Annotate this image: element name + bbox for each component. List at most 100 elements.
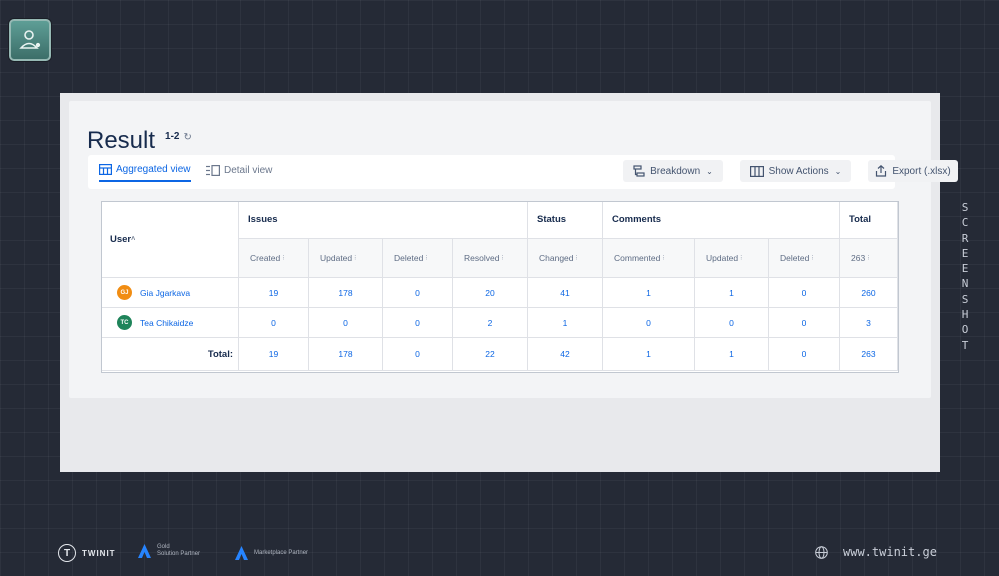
result-range: 1-2 [165, 131, 180, 142]
table-cell[interactable]: 0 [769, 278, 840, 308]
column-header[interactable]: Resolved ⁝ [453, 239, 528, 278]
cell-value: 260 [861, 287, 876, 298]
total-cell[interactable]: 42 [528, 338, 603, 371]
total-cell[interactable]: 0 [769, 338, 840, 371]
table-cell[interactable]: 178 [309, 278, 383, 308]
column-header[interactable]: Deleted ⁝ [383, 239, 453, 278]
show-actions-button[interactable]: Show Actions ⌄ [740, 160, 851, 182]
list-detail-icon [206, 165, 220, 176]
sort-icon: ⁝ [811, 255, 814, 262]
column-header-user[interactable]: User ˄ [101, 201, 239, 278]
footer-url[interactable]: www.twinit.ge [815, 545, 937, 559]
total-cell[interactable]: 263 [840, 338, 898, 371]
user-name: Gia Jgarkava [140, 287, 191, 298]
total-cell[interactable]: 19 [239, 338, 309, 371]
avatar: GJ [117, 285, 132, 300]
cell-value: 178 [338, 287, 353, 298]
group-header-label: Total [849, 214, 871, 225]
table-cell[interactable]: 2 [453, 308, 528, 338]
watermark-letter: N [961, 277, 969, 291]
atlassian-logo-icon [138, 544, 151, 558]
column-header[interactable]: Created ⁝ [239, 239, 309, 278]
group-header-label: Comments [612, 214, 662, 225]
table-cell[interactable]: 1 [528, 308, 603, 338]
cell-value: 0 [415, 317, 420, 328]
export-label: Export (.xlsx) [892, 165, 951, 177]
chevron-down-icon: ⌄ [706, 166, 713, 176]
gold-line1: Gold [157, 544, 170, 550]
column-header-label: Deleted [780, 253, 810, 263]
table-cell[interactable]: 19 [239, 278, 309, 308]
breakdown-button[interactable]: Breakdown ⌄ [623, 160, 723, 182]
table-cell[interactable]: 1 [695, 278, 769, 308]
brand-name: TWINIT [82, 548, 116, 558]
export-icon [876, 165, 887, 177]
user-name: Tea Chikaidze [140, 317, 194, 328]
total-cell[interactable]: 178 [309, 338, 383, 371]
tab-label: Detail view [224, 165, 273, 176]
breakdown-label: Breakdown [650, 165, 701, 177]
table-cell[interactable]: 0 [769, 308, 840, 338]
tab-aggregated-view[interactable]: Aggregated view [99, 159, 191, 182]
total-value: 263 [861, 349, 876, 359]
watermark-letter: R [961, 231, 969, 245]
column-header-label: Updated [320, 253, 353, 263]
show-actions-label: Show Actions [768, 165, 829, 177]
column-header-label: Changed [539, 253, 574, 263]
table-cell[interactable]: 41 [528, 278, 603, 308]
column-header-label: 263 [851, 253, 866, 263]
total-cell[interactable]: 0 [383, 338, 453, 371]
total-cell[interactable]: 1 [603, 338, 695, 371]
tab-label: Aggregated view [116, 164, 191, 175]
export-button[interactable]: Export (.xlsx) [868, 160, 958, 182]
view-toolbar: Aggregated view Detail view Breakdown ⌄ … [88, 155, 958, 189]
table-cell[interactable]: 0 [603, 308, 695, 338]
atlassian-logo-icon [235, 546, 248, 560]
cell-value: 0 [415, 287, 420, 298]
website-link[interactable]: www.twinit.ge [843, 545, 937, 559]
table-cell[interactable]: 260 [840, 278, 898, 308]
column-header[interactable]: Updated ⁝ [309, 239, 383, 278]
total-cell[interactable]: 1 [695, 338, 769, 371]
column-header-label: Created [250, 253, 281, 263]
total-value: 1 [646, 349, 651, 359]
sort-icon: ⁝ [662, 255, 665, 262]
column-header[interactable]: Updated ⁝ [695, 239, 769, 278]
column-header-label: Resolved [464, 253, 500, 263]
screenshot-canvas: Result 1-2 ↻ Aggregated view Detail view… [60, 93, 958, 472]
table-cell[interactable]: 0 [309, 308, 383, 338]
watermark-letter: E [961, 262, 969, 276]
table-cell[interactable]: 20 [453, 278, 528, 308]
column-header[interactable]: Commented ⁝ [603, 239, 695, 278]
column-header[interactable]: Changed ⁝ [528, 239, 603, 278]
table-row-user[interactable]: GJ Gia Jgarkava [101, 278, 239, 308]
table-row-user[interactable]: TC Tea Chikaidze [101, 308, 239, 338]
total-cell[interactable]: 22 [453, 338, 528, 371]
marketplace-partner-badge: Marketplace Partner [235, 546, 308, 560]
table-cell[interactable]: 3 [840, 308, 898, 338]
tab-detail-view[interactable]: Detail view [206, 159, 272, 182]
refresh-icon[interactable]: ↻ [183, 132, 191, 143]
total-label-cell: Total: [101, 338, 239, 371]
sort-icon: ˄ [131, 235, 136, 243]
table-cell[interactable]: 0 [239, 308, 309, 338]
cell-value: 1 [729, 287, 734, 298]
title-row: Result 1-2 ↻ [87, 127, 192, 155]
breakdown-icon [633, 165, 645, 177]
column-header-label: Deleted [394, 253, 424, 263]
sort-icon: ⁝ [867, 255, 870, 262]
column-header[interactable]: 263 ⁝ [840, 239, 898, 278]
column-header[interactable]: Deleted ⁝ [769, 239, 840, 278]
twinit-logo-icon: T [58, 544, 76, 562]
sort-icon: ⁝ [354, 255, 357, 262]
table-cell[interactable]: 0 [383, 278, 453, 308]
cell-value: 1 [562, 317, 568, 328]
cell-value: 1 [646, 287, 651, 298]
side-watermark: SCREENSHOT [958, 200, 972, 353]
table-cell[interactable]: 0 [383, 308, 453, 338]
total-value: 0 [415, 349, 420, 359]
table-cell[interactable]: 0 [695, 308, 769, 338]
watermark-letter: S [961, 201, 969, 214]
table-cell[interactable]: 1 [603, 278, 695, 308]
group-header-label: Issues [248, 214, 278, 225]
